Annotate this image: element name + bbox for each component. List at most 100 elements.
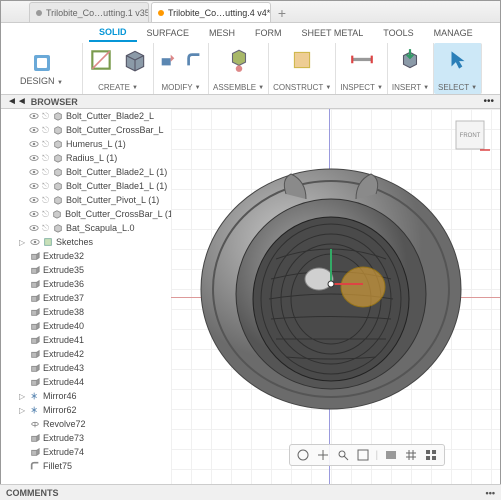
tab-tools[interactable]: TOOLS bbox=[373, 25, 423, 41]
nav-toolbar: | bbox=[289, 444, 446, 466]
feature-item[interactable]: Revolve72 bbox=[1, 417, 171, 431]
browser-header[interactable]: ◄◄ BROWSER ••• bbox=[1, 95, 500, 109]
body-item[interactable]: ⎋Humerus_L (1) bbox=[1, 137, 171, 151]
inspect-label[interactable]: INSPECT▼ bbox=[340, 83, 383, 92]
body-label: Bolt_Cutter_Blade2_L (1) bbox=[66, 167, 167, 177]
group-inspect: INSPECT▼ bbox=[336, 43, 388, 94]
feature-label: Extrude32 bbox=[43, 251, 84, 261]
construct-label[interactable]: CONSTRUCT▼ bbox=[273, 83, 331, 92]
link-icon: ⎋ bbox=[42, 139, 50, 150]
link-icon: ⎋ bbox=[42, 125, 50, 136]
viewcube-face: FRONT bbox=[460, 133, 481, 139]
tab-solid[interactable]: SOLID bbox=[89, 24, 137, 42]
group-select: SELECT▼ bbox=[434, 43, 482, 94]
feature-label: Mirror46 bbox=[43, 391, 77, 401]
feature-label: Extrude41 bbox=[43, 335, 84, 345]
display-icon[interactable] bbox=[384, 448, 398, 462]
group-assemble: ASSEMBLE▼ bbox=[209, 43, 269, 94]
grid-icon[interactable] bbox=[404, 448, 418, 462]
feature-label: Revolve72 bbox=[43, 419, 86, 429]
body-item[interactable]: ⎋Bolt_Cutter_CrossBar_L (1) bbox=[1, 207, 171, 221]
select-icon[interactable] bbox=[444, 46, 472, 74]
modify-label[interactable]: MODIFY▼ bbox=[161, 83, 200, 92]
feature-item[interactable]: Fillet75 bbox=[1, 459, 171, 473]
design-icon bbox=[31, 52, 53, 74]
feature-label: Extrude40 bbox=[43, 321, 84, 331]
document-tabbar: Trilobite_Co…utting.1 v35 × Trilobite_Co… bbox=[1, 1, 500, 23]
feature-item[interactable]: Extrude74 bbox=[1, 445, 171, 459]
model-preview bbox=[191, 139, 471, 419]
link-icon: ⎋ bbox=[42, 111, 50, 122]
ribbon-tabs: SOLID SURFACE MESH FORM SHEET METAL TOOL… bbox=[1, 23, 500, 43]
options-icon[interactable]: ••• bbox=[483, 96, 494, 107]
link-icon: ⎋ bbox=[42, 195, 50, 206]
group-modify: MODIFY▼ bbox=[154, 43, 209, 94]
sketches-folder[interactable]: ▷Sketches bbox=[1, 235, 171, 249]
feature-label: Extrude74 bbox=[43, 447, 84, 457]
body-label: Bolt_Cutter_Blade1_L (1) bbox=[66, 181, 167, 191]
sketch-icon[interactable] bbox=[87, 46, 115, 74]
new-tab-button[interactable]: + bbox=[273, 4, 291, 22]
document-tab-active[interactable]: Trilobite_Co…utting.4 v4* × bbox=[151, 2, 271, 22]
body-item[interactable]: ⎋Bolt_Cutter_Blade2_L (1) bbox=[1, 165, 171, 179]
file-icon bbox=[158, 10, 164, 16]
workspace-switcher[interactable]: DESIGN ▼ bbox=[1, 43, 83, 94]
body-item[interactable]: ⎋Bolt_Cutter_Blade1_L (1) bbox=[1, 179, 171, 193]
tab-mesh[interactable]: MESH bbox=[199, 25, 245, 41]
options-icon[interactable]: ••• bbox=[486, 488, 495, 498]
construct-icon[interactable] bbox=[288, 46, 316, 74]
viewport[interactable]: FRONT | bbox=[171, 109, 500, 484]
feature-item[interactable]: Extrude73 bbox=[1, 431, 171, 445]
assemble-label[interactable]: ASSEMBLE▼ bbox=[213, 83, 264, 92]
body-item[interactable]: ⎋Bat_Scapula_L.0 bbox=[1, 221, 171, 235]
feature-label: Extrude43 bbox=[43, 363, 84, 373]
pan-icon[interactable] bbox=[316, 448, 330, 462]
feature-item[interactable]: Extrude36 bbox=[1, 277, 171, 291]
link-icon: ⎋ bbox=[42, 153, 50, 164]
feature-item[interactable]: ▷Mirror46 bbox=[1, 389, 171, 403]
design-label: DESIGN bbox=[20, 76, 55, 86]
body-item[interactable]: ⎋Bolt_Cutter_Blade2_L bbox=[1, 109, 171, 123]
viewports-icon[interactable] bbox=[424, 448, 438, 462]
feature-item[interactable]: Extrude44 bbox=[1, 375, 171, 389]
zoom-icon[interactable] bbox=[336, 448, 350, 462]
body-item[interactable]: ⎋Bolt_Cutter_Pivot_L (1) bbox=[1, 193, 171, 207]
viewcube[interactable]: FRONT bbox=[450, 115, 490, 155]
tab-manage[interactable]: MANAGE bbox=[424, 25, 483, 41]
presspull-icon[interactable] bbox=[158, 50, 178, 70]
assemble-icon[interactable] bbox=[225, 46, 253, 74]
fit-icon[interactable] bbox=[356, 448, 370, 462]
feature-item[interactable]: Extrude42 bbox=[1, 347, 171, 361]
feature-item[interactable]: Extrude32 bbox=[1, 249, 171, 263]
insert-icon[interactable] bbox=[396, 46, 424, 74]
create-label[interactable]: CREATE▼ bbox=[98, 83, 138, 92]
body-item[interactable]: ⎋Radius_L (1) bbox=[1, 151, 171, 165]
feature-item[interactable]: Extrude37 bbox=[1, 291, 171, 305]
feature-item[interactable]: Extrude41 bbox=[1, 333, 171, 347]
feature-item[interactable]: Extrude38 bbox=[1, 305, 171, 319]
fillet-icon[interactable] bbox=[184, 50, 204, 70]
ribbon: DESIGN ▼ CREATE▼ MODIFY▼ ASSEMBLE▼ CONST… bbox=[1, 43, 500, 95]
insert-label[interactable]: INSERT▼ bbox=[392, 83, 429, 92]
link-icon: ⎋ bbox=[42, 223, 50, 234]
tab-form[interactable]: FORM bbox=[245, 25, 292, 41]
inspect-icon[interactable] bbox=[348, 46, 376, 74]
feature-item[interactable]: ▷Mirror62 bbox=[1, 403, 171, 417]
body-item[interactable]: ⎋Bolt_Cutter_CrossBar_L bbox=[1, 123, 171, 137]
feature-item[interactable]: Extrude35 bbox=[1, 263, 171, 277]
comments-bar[interactable]: COMMENTS ••• bbox=[0, 484, 501, 500]
select-label[interactable]: SELECT▼ bbox=[438, 83, 477, 92]
feature-item[interactable]: Extrude40 bbox=[1, 319, 171, 333]
tab-sheetmetal[interactable]: SHEET METAL bbox=[292, 25, 374, 41]
main-area: ⎋Bolt_Cutter_Blade2_L⎋Bolt_Cutter_CrossB… bbox=[1, 109, 500, 484]
tab-surface[interactable]: SURFACE bbox=[137, 25, 200, 41]
document-tab[interactable]: Trilobite_Co…utting.1 v35 × bbox=[29, 2, 149, 22]
collapse-icon[interactable]: ◄◄ bbox=[7, 96, 27, 107]
feature-item[interactable]: Extrude43 bbox=[1, 361, 171, 375]
feature-label: Extrude37 bbox=[43, 293, 84, 303]
link-icon: ⎋ bbox=[42, 209, 49, 220]
orbit-icon[interactable] bbox=[296, 448, 310, 462]
comments-label: COMMENTS bbox=[6, 488, 59, 498]
box-icon[interactable] bbox=[121, 46, 149, 74]
browser-title: BROWSER bbox=[31, 97, 78, 107]
